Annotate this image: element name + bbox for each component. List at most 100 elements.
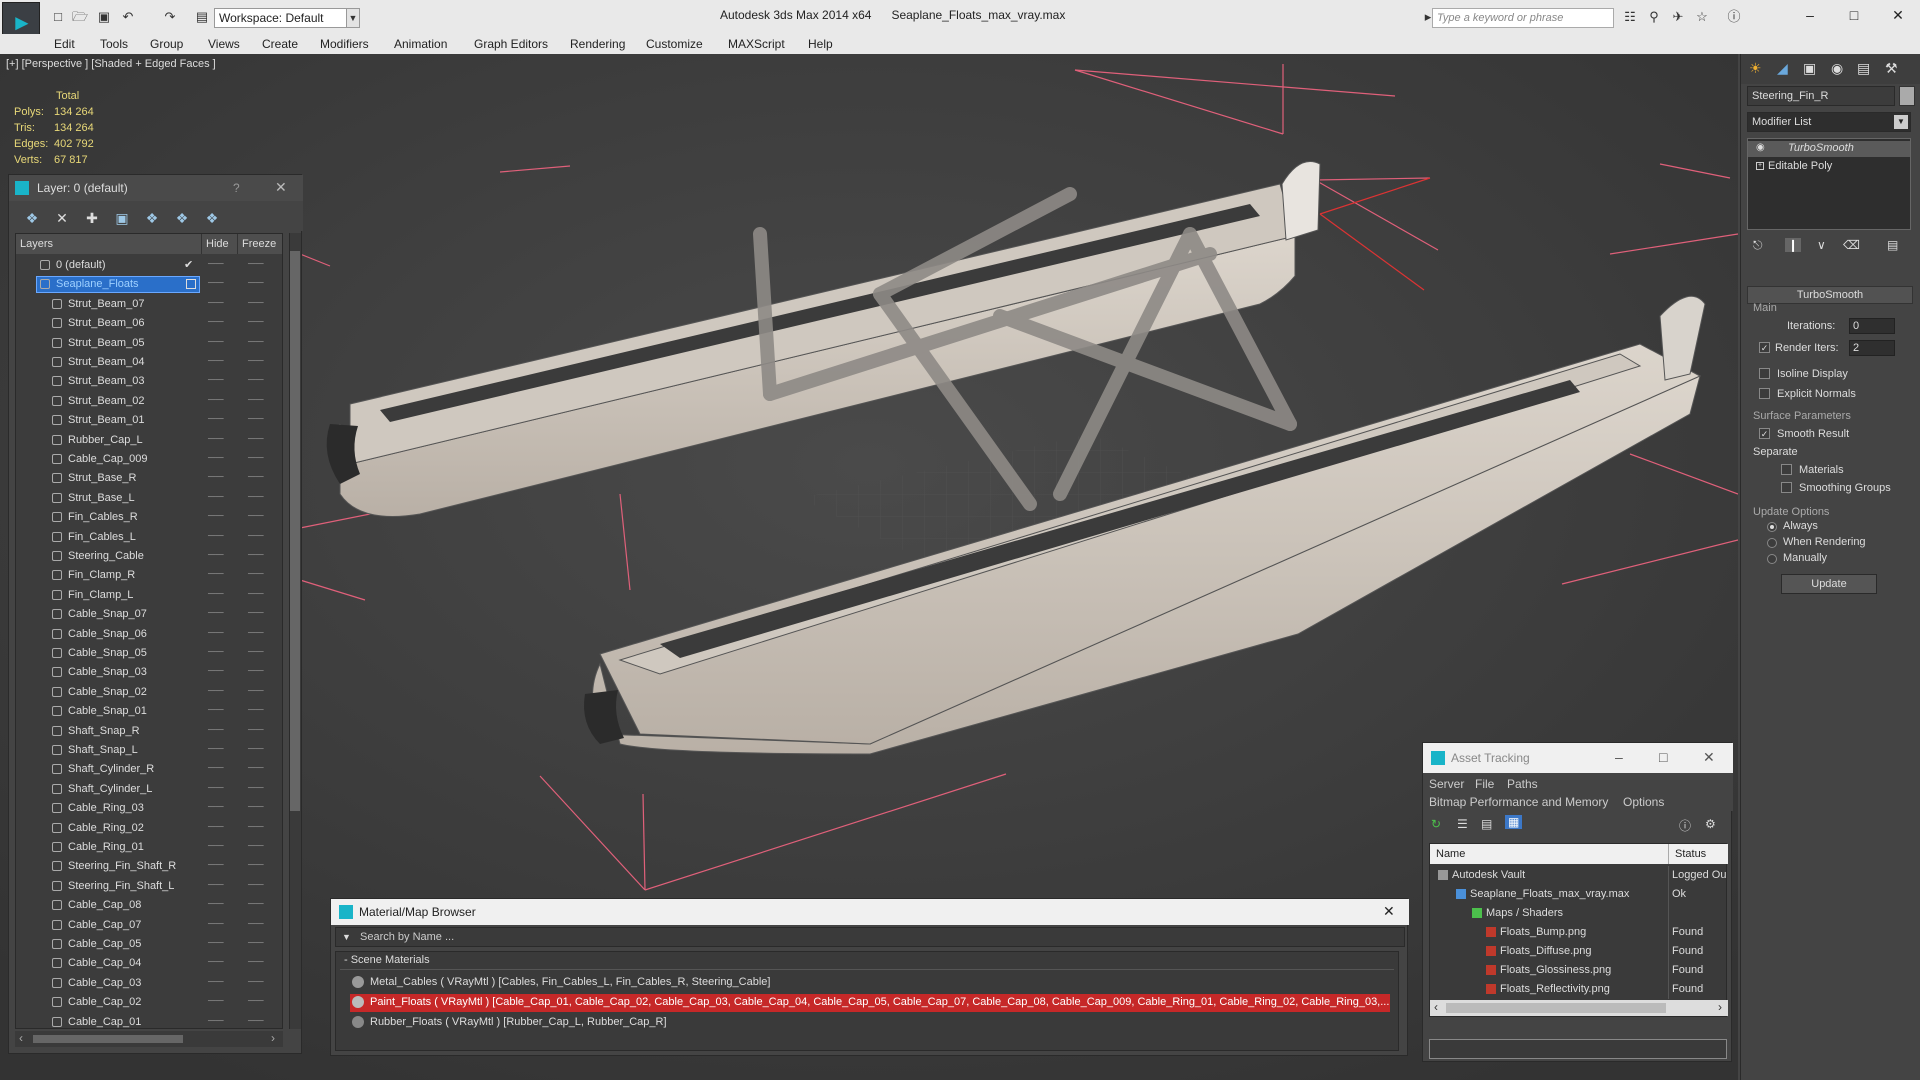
freeze-toggle[interactable]: ──: [248, 1015, 264, 1027]
hide-toggle[interactable]: ──: [208, 918, 224, 930]
menu-bitmap-performance[interactable]: Bitmap Performance and Memory: [1429, 795, 1608, 809]
asset-row[interactable]: Maps / Shaders: [1430, 904, 1728, 923]
remove-modifier-icon[interactable]: ⌫: [1843, 238, 1860, 252]
layer-row[interactable]: Rubber_Cap_L ── ──: [16, 431, 282, 450]
layer-row[interactable]: Cable_Cap_009 ── ──: [16, 450, 282, 469]
materials-checkbox[interactable]: [1781, 464, 1792, 475]
options-dropdown-icon[interactable]: ▼: [342, 932, 351, 942]
layer-row[interactable]: Steering_Fin_Shaft_L ── ──: [16, 877, 282, 896]
scroll-thumb[interactable]: [1446, 1003, 1666, 1013]
hide-toggle[interactable]: ──: [208, 316, 224, 328]
layer-row[interactable]: Cable_Ring_01 ── ──: [16, 838, 282, 857]
menu-options[interactable]: Options: [1623, 795, 1664, 809]
save-icon[interactable]: ▣: [96, 9, 112, 25]
minimize-icon[interactable]: –: [1615, 749, 1623, 765]
layer-row[interactable]: Fin_Cables_L ── ──: [16, 528, 282, 547]
close-icon[interactable]: ✕: [1383, 903, 1395, 920]
table-view-icon[interactable]: ▦: [1505, 815, 1523, 829]
layer-row[interactable]: Strut_Beam_06 ── ──: [16, 314, 282, 333]
close-button[interactable]: ✕: [1878, 4, 1918, 26]
layer-row[interactable]: Fin_Clamp_R ── ──: [16, 566, 282, 585]
binoculars-icon[interactable]: ☷: [1622, 9, 1638, 25]
expand-plus-icon[interactable]: +: [1756, 162, 1764, 170]
hide-toggle[interactable]: ──: [208, 976, 224, 988]
show-end-result-icon[interactable]: ❙: [1785, 238, 1802, 252]
asset-tracking-title[interactable]: Asset Tracking – □ ✕: [1423, 743, 1733, 773]
hide-toggle[interactable]: ──: [208, 665, 224, 677]
make-current-icon[interactable]: [186, 279, 196, 290]
star-icon[interactable]: ☆: [1694, 9, 1710, 25]
column-freeze[interactable]: Freeze: [238, 234, 282, 254]
column-name[interactable]: Name: [1430, 844, 1668, 864]
freeze-toggle[interactable]: ──: [248, 316, 264, 328]
hide-toggle[interactable]: ──: [208, 277, 224, 289]
layer-row[interactable]: Cable_Cap_08 ── ──: [16, 896, 282, 915]
menu-maxscript[interactable]: MAXScript: [728, 37, 785, 51]
new-file-icon[interactable]: □: [50, 9, 66, 25]
asset-row[interactable]: Floats_Bump.png Found: [1430, 923, 1728, 942]
delete-layer-icon[interactable]: ✕: [53, 209, 71, 227]
viewport-label[interactable]: [+] [Perspective ] [Shaded + Edged Faces…: [6, 58, 216, 70]
hide-toggle[interactable]: ──: [208, 724, 224, 736]
project-folder-icon[interactable]: ▤: [194, 9, 210, 25]
freeze-toggle[interactable]: ──: [248, 549, 264, 561]
when-rendering-radio[interactable]: [1767, 538, 1777, 548]
layer-row[interactable]: Cable_Snap_01 ── ──: [16, 702, 282, 721]
material-row[interactable]: Rubber_Floats ( VRayMtl ) [Rubber_Cap_L,…: [350, 1014, 1390, 1032]
freeze-toggle[interactable]: ──: [248, 956, 264, 968]
column-status[interactable]: Status: [1668, 844, 1728, 864]
freeze-toggle[interactable]: ──: [248, 258, 264, 270]
freeze-toggle[interactable]: ──: [248, 588, 264, 600]
stack-item-editable-poly[interactable]: Editable Poly: [1748, 159, 1910, 175]
menu-views[interactable]: Views: [208, 37, 240, 51]
hide-toggle[interactable]: ──: [208, 782, 224, 794]
menu-rendering[interactable]: Rendering: [570, 37, 625, 51]
freeze-toggle[interactable]: ──: [248, 704, 264, 716]
help-icon[interactable]: ⓘ: [1679, 817, 1691, 834]
freeze-toggle[interactable]: ──: [248, 859, 264, 871]
layer-panel-title[interactable]: Layer: 0 (default) ? ✕: [9, 175, 303, 201]
create-tab-icon[interactable]: ☀: [1749, 60, 1762, 77]
freeze-toggle[interactable]: ──: [248, 840, 264, 852]
layer-row[interactable]: Cable_Snap_06 ── ──: [16, 625, 282, 644]
help-icon[interactable]: ?: [233, 181, 240, 195]
open-file-icon[interactable]: 🗁: [72, 9, 88, 25]
layer-row[interactable]: Cable_Cap_01 ── ──: [16, 1013, 282, 1028]
layer-row[interactable]: Strut_Beam_04 ── ──: [16, 353, 282, 372]
hide-toggle[interactable]: ──: [208, 336, 224, 348]
freeze-toggle[interactable]: ──: [248, 471, 264, 483]
freeze-toggle[interactable]: ──: [248, 898, 264, 910]
freeze-toggle[interactable]: ──: [248, 355, 264, 367]
hide-toggle[interactable]: ──: [208, 646, 224, 658]
scroll-right-icon[interactable]: ›: [271, 1031, 275, 1045]
hide-toggle[interactable]: ──: [208, 704, 224, 716]
freeze-toggle[interactable]: ──: [248, 336, 264, 348]
scroll-right-icon[interactable]: ›: [1718, 1000, 1722, 1014]
scroll-thumb[interactable]: [33, 1035, 183, 1043]
layer-row[interactable]: Cable_Snap_03 ── ──: [16, 663, 282, 682]
hide-toggle[interactable]: ──: [208, 898, 224, 910]
hide-toggle[interactable]: ──: [208, 743, 224, 755]
layer-row[interactable]: Shaft_Snap_L ── ──: [16, 741, 282, 760]
layer-row[interactable]: Strut_Beam_01 ── ──: [16, 411, 282, 430]
menu-animation[interactable]: Animation: [394, 37, 447, 51]
highlight-layer-icon[interactable]: ❖: [143, 209, 161, 227]
manually-radio[interactable]: [1767, 554, 1777, 564]
layer-row-default[interactable]: 0 (default) ✔ ── ──: [16, 256, 282, 275]
hide-toggle[interactable]: ──: [208, 568, 224, 580]
layer-row[interactable]: Cable_Snap_02 ── ──: [16, 683, 282, 702]
menu-create[interactable]: Create: [262, 37, 298, 51]
hide-toggle[interactable]: ──: [208, 549, 224, 561]
layer-row[interactable]: Cable_Cap_05 ── ──: [16, 935, 282, 954]
layer-row[interactable]: Strut_Beam_02 ── ──: [16, 392, 282, 411]
update-button[interactable]: Update: [1781, 574, 1877, 594]
search-input[interactable]: Type a keyword or phrase: [1432, 8, 1614, 28]
hide-toggle[interactable]: ──: [208, 627, 224, 639]
hide-toggle[interactable]: ──: [208, 607, 224, 619]
layer-row[interactable]: Strut_Beam_05 ── ──: [16, 334, 282, 353]
close-icon[interactable]: ✕: [275, 179, 287, 196]
pin-stack-icon[interactable]: ⎋: [1753, 238, 1763, 253]
freeze-toggle[interactable]: ──: [248, 743, 264, 755]
hide-toggle[interactable]: ──: [208, 879, 224, 891]
menu-tools[interactable]: Tools: [100, 37, 128, 51]
